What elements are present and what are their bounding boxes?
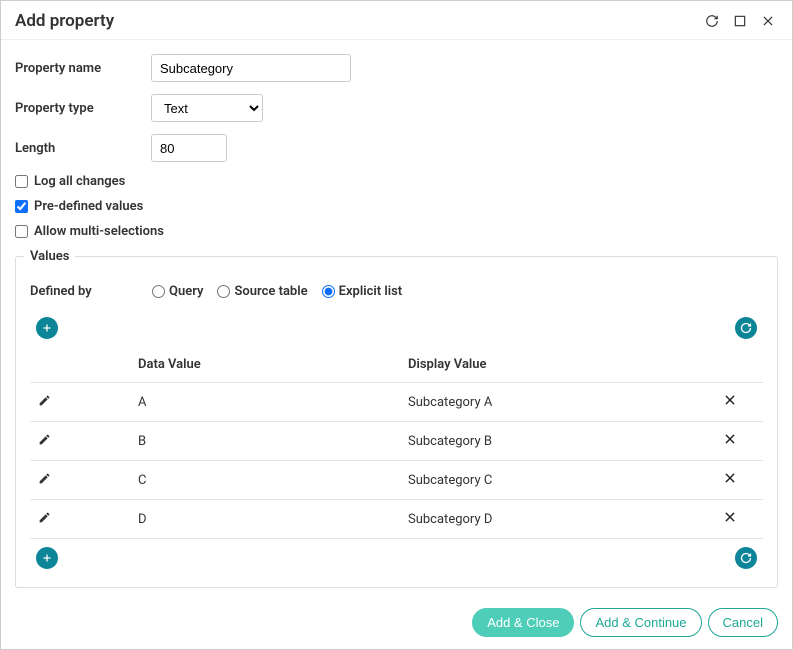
pencil-icon[interactable]: [38, 394, 51, 407]
defined-by-explicit-list-radio[interactable]: [322, 285, 335, 298]
defined-by-query[interactable]: Query: [152, 284, 203, 299]
defined-by-explicit-list[interactable]: Explicit list: [322, 284, 403, 299]
property-type-label: Property type: [15, 101, 151, 116]
defined-by-source-table-radio[interactable]: [217, 285, 230, 298]
values-legend: Values: [24, 249, 75, 264]
table-row: BSubcategory B: [30, 422, 763, 461]
values-toolbar-bottom: [30, 543, 763, 573]
data-value-header: Data Value: [130, 347, 400, 383]
log-all-changes-row: Log all changes: [15, 174, 778, 189]
display-value-cell: Subcategory A: [400, 383, 715, 422]
refresh-values-button-bottom[interactable]: [735, 547, 757, 569]
table-row: CSubcategory C: [30, 461, 763, 500]
add-value-button-top[interactable]: [36, 317, 58, 339]
allow-multi-selections-row: Allow multi-selections: [15, 224, 778, 239]
delete-icon[interactable]: [723, 432, 737, 446]
delete-icon[interactable]: [723, 393, 737, 407]
pencil-icon[interactable]: [38, 472, 51, 485]
property-name-input[interactable]: [151, 54, 351, 82]
data-value-cell: D: [130, 500, 400, 539]
property-type-row: Property type Text: [15, 94, 778, 122]
add-property-dialog: Add property Property name Property type…: [0, 0, 793, 650]
values-toolbar-top: [30, 313, 763, 343]
length-input[interactable]: [151, 134, 227, 162]
property-type-select[interactable]: Text: [151, 94, 263, 122]
length-row: Length: [15, 134, 778, 162]
data-value-cell: A: [130, 383, 400, 422]
add-continue-button[interactable]: Add & Continue: [580, 608, 701, 637]
delete-icon[interactable]: [723, 471, 737, 485]
dialog-header: Add property: [1, 1, 792, 40]
maximize-icon[interactable]: [730, 11, 750, 31]
display-value-header: Display Value: [400, 347, 715, 383]
defined-by-row: Defined by Query Source table Explicit l…: [30, 284, 763, 299]
display-value-cell: Subcategory B: [400, 422, 715, 461]
pencil-icon[interactable]: [38, 433, 51, 446]
defined-by-source-table[interactable]: Source table: [217, 284, 307, 299]
close-icon[interactable]: [758, 11, 778, 31]
refresh-icon[interactable]: [702, 11, 722, 31]
table-row: ASubcategory A: [30, 383, 763, 422]
log-all-changes-label[interactable]: Log all changes: [34, 174, 125, 189]
add-value-button-bottom[interactable]: [36, 547, 58, 569]
display-value-cell: Subcategory D: [400, 500, 715, 539]
table-row: DSubcategory D: [30, 500, 763, 539]
delete-icon[interactable]: [723, 510, 737, 524]
property-name-label: Property name: [15, 61, 151, 76]
allow-multi-selections-checkbox[interactable]: [15, 225, 28, 238]
log-all-changes-checkbox[interactable]: [15, 175, 28, 188]
pencil-icon[interactable]: [38, 511, 51, 524]
display-value-cell: Subcategory C: [400, 461, 715, 500]
values-tbody: ASubcategory ABSubcategory BCSubcategory…: [30, 383, 763, 539]
data-value-cell: C: [130, 461, 400, 500]
allow-multi-selections-label[interactable]: Allow multi-selections: [34, 224, 164, 239]
refresh-values-button-top[interactable]: [735, 317, 757, 339]
values-fieldset: Values Defined by Query Source table Exp…: [15, 249, 778, 588]
pre-defined-values-row: Pre-defined values: [15, 199, 778, 214]
defined-by-query-radio[interactable]: [152, 285, 165, 298]
values-table: Data Value Display Value ASubcategory AB…: [30, 347, 763, 539]
dialog-body: Property name Property type Text Length …: [1, 40, 792, 598]
property-name-row: Property name: [15, 54, 778, 82]
cancel-button[interactable]: Cancel: [708, 608, 778, 637]
dialog-title: Add property: [15, 11, 694, 31]
add-close-button[interactable]: Add & Close: [472, 608, 574, 637]
data-value-cell: B: [130, 422, 400, 461]
length-label: Length: [15, 141, 151, 156]
defined-by-label: Defined by: [30, 284, 152, 299]
defined-by-radio-group: Query Source table Explicit list: [152, 284, 402, 299]
dialog-footer: Add & Close Add & Continue Cancel: [1, 598, 792, 649]
pre-defined-values-checkbox[interactable]: [15, 200, 28, 213]
pre-defined-values-label[interactable]: Pre-defined values: [34, 199, 143, 214]
